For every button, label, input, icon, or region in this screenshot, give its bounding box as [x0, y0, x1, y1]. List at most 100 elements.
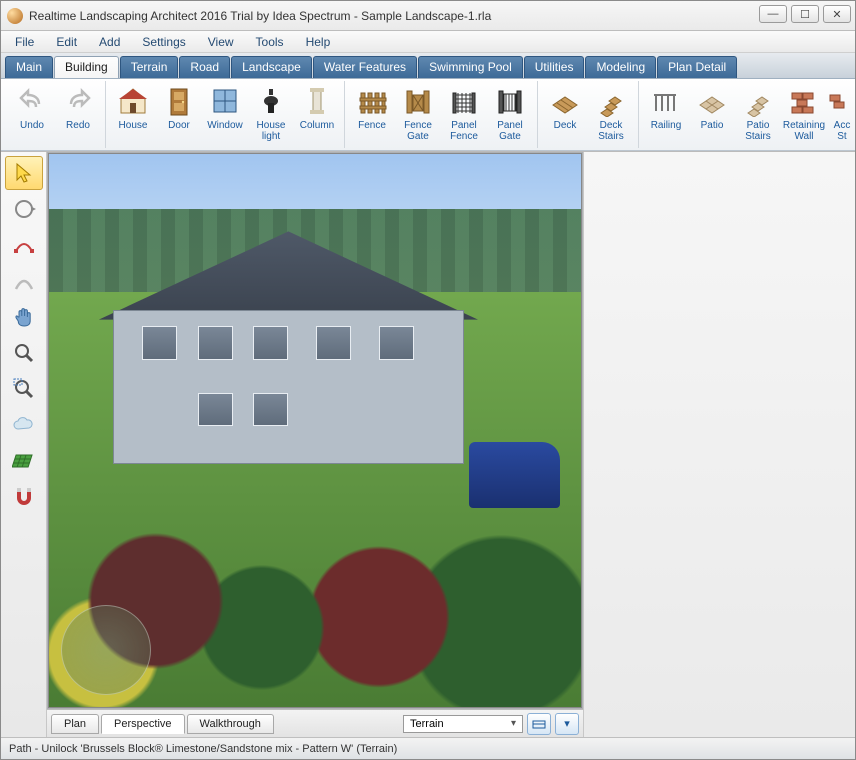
close-button[interactable]: ✕ [823, 5, 851, 23]
fence-label: Fence [358, 121, 386, 132]
window-icon [207, 83, 243, 119]
house-light-label: House light [257, 121, 286, 142]
column-icon [299, 83, 335, 119]
menu-help[interactable]: Help [296, 33, 341, 51]
canvas-area: Plan Perspective Walkthrough Terrain ▾ [47, 152, 583, 737]
patio-button[interactable]: Patio [689, 81, 735, 148]
fence-gate-button[interactable]: Fence Gate [395, 81, 441, 148]
deck-label: Deck [554, 121, 577, 132]
menu-file[interactable]: File [5, 33, 44, 51]
tool-pan[interactable] [5, 300, 43, 334]
house-light-button[interactable]: House light [248, 81, 294, 148]
ribbon-tab-utilities[interactable]: Utilities [524, 56, 585, 78]
deck-stairs-button[interactable]: Deck Stairs [588, 81, 634, 148]
door-icon [161, 83, 197, 119]
layer-dropdown[interactable]: Terrain [403, 715, 523, 733]
railing-button[interactable]: Railing [643, 81, 689, 148]
minimize-button[interactable]: — [759, 5, 787, 23]
retaining-wall-button[interactable]: Retaining Wall [781, 81, 827, 148]
fence-gate-icon [400, 83, 436, 119]
tool-zoom-extents[interactable] [5, 372, 43, 406]
accent-button[interactable]: Acc St [827, 81, 855, 148]
app-icon [7, 8, 23, 24]
nav-compass[interactable] [61, 605, 151, 695]
menu-tools[interactable]: Tools [246, 33, 294, 51]
fence-icon [354, 83, 390, 119]
statusbar: Path - Unilock 'Brussels Block® Limeston… [1, 737, 855, 759]
accent-icon [824, 83, 855, 119]
patio-stairs-icon [740, 83, 776, 119]
door-button[interactable]: Door [156, 81, 202, 148]
properties-panel [583, 152, 855, 737]
house-button[interactable]: House [110, 81, 156, 148]
patio-label: Patio [701, 121, 724, 132]
layer-options-button[interactable]: ▾ [555, 713, 579, 735]
panel-fence-button[interactable]: Panel Fence [441, 81, 487, 148]
railing-icon [648, 83, 684, 119]
railing-label: Railing [651, 121, 682, 132]
retaining-wall-icon [786, 83, 822, 119]
menu-add[interactable]: Add [89, 33, 130, 51]
ribbon-tab-water[interactable]: Water Features [313, 56, 417, 78]
ribbon-tab-plan-detail[interactable]: Plan Detail [657, 56, 737, 78]
panel-fence-icon [446, 83, 482, 119]
patio-icon [694, 83, 730, 119]
panel-gate-label: Panel Gate [497, 121, 523, 142]
ribbon-group-deck: Deck Deck Stairs [538, 81, 639, 148]
ribbon-tab-main[interactable]: Main [5, 56, 53, 78]
tool-edit-points[interactable] [5, 228, 43, 262]
ribbon-tab-modeling[interactable]: Modeling [585, 56, 656, 78]
menu-view[interactable]: View [198, 33, 244, 51]
tool-grid[interactable] [5, 444, 43, 478]
undo-label: Undo [20, 121, 44, 132]
tool-cloud[interactable] [5, 408, 43, 442]
redo-label: Redo [66, 121, 90, 132]
window-button[interactable]: Window [202, 81, 248, 148]
view-tab-plan[interactable]: Plan [51, 714, 99, 734]
ribbon-tab-terrain[interactable]: Terrain [120, 56, 179, 78]
deck-stairs-icon [593, 83, 629, 119]
column-button[interactable]: Column [294, 81, 340, 148]
patio-stairs-button[interactable]: Patio Stairs [735, 81, 781, 148]
view-tab-walkthrough[interactable]: Walkthrough [187, 714, 274, 734]
window-controls: — ☐ ✕ [759, 5, 851, 23]
redo-icon [60, 83, 96, 119]
ribbon-group-patio: Railing Patio Patio Stairs Retaining Wal… [639, 81, 855, 148]
redo-button[interactable]: Redo [55, 81, 101, 148]
tool-snap[interactable] [5, 480, 43, 514]
house-label: House [119, 121, 148, 132]
undo-button[interactable]: Undo [9, 81, 55, 148]
ribbon-tab-building[interactable]: Building [54, 56, 119, 78]
ribbon: Undo Redo House Door Window House light … [1, 79, 855, 151]
menu-edit[interactable]: Edit [46, 33, 87, 51]
maximize-button[interactable]: ☐ [791, 5, 819, 23]
retaining-wall-label: Retaining Wall [783, 121, 825, 142]
deck-stairs-label: Deck Stairs [598, 121, 624, 142]
titlebar: Realtime Landscaping Architect 2016 Tria… [1, 1, 855, 31]
ribbon-group-fence: Fence Fence Gate Panel Fence Panel Gate [345, 81, 538, 148]
fence-button[interactable]: Fence [349, 81, 395, 148]
menu-settings[interactable]: Settings [132, 33, 195, 51]
view-tab-perspective[interactable]: Perspective [101, 714, 184, 734]
app-window: Realtime Landscaping Architect 2016 Tria… [0, 0, 856, 760]
house-icon [115, 83, 151, 119]
ribbon-tab-road[interactable]: Road [179, 56, 230, 78]
ribbon-tab-landscape[interactable]: Landscape [231, 56, 312, 78]
deck-button[interactable]: Deck [542, 81, 588, 148]
panel-gate-button[interactable]: Panel Gate [487, 81, 533, 148]
deck-icon [547, 83, 583, 119]
ribbon-tab-pool[interactable]: Swimming Pool [418, 56, 523, 78]
panel-gate-icon [492, 83, 528, 119]
door-label: Door [168, 121, 190, 132]
tool-orbit[interactable] [5, 192, 43, 226]
accent-label: Acc St [834, 121, 851, 142]
tool-zoom[interactable] [5, 336, 43, 370]
layer-visibility-button[interactable] [527, 713, 551, 735]
tool-curve[interactable] [5, 264, 43, 298]
view-tabs: Plan Perspective Walkthrough Terrain ▾ [47, 709, 583, 737]
tool-select[interactable] [5, 156, 43, 190]
viewport-3d[interactable] [48, 153, 582, 708]
house-model [113, 231, 464, 463]
window-title: Realtime Landscaping Architect 2016 Tria… [29, 9, 491, 23]
ribbon-tabs: Main Building Terrain Road Landscape Wat… [1, 53, 855, 79]
